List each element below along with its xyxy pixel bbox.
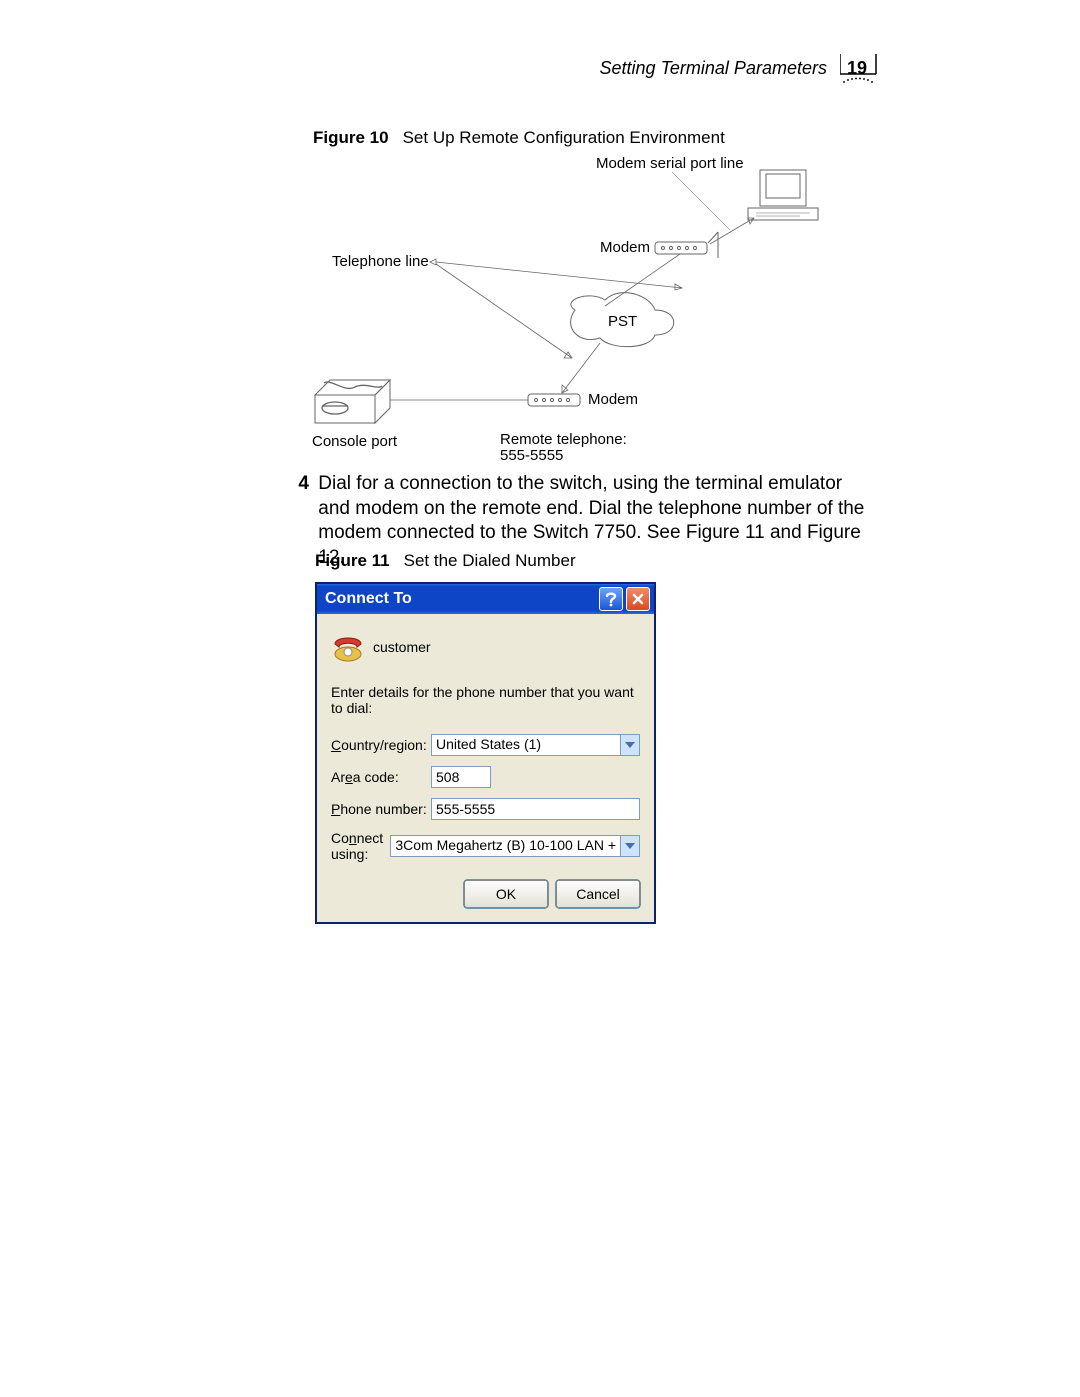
phone-number-row: Phone number: [331,798,640,820]
phone-number-label: Phone number: [331,801,431,817]
dropdown-arrow-icon [620,836,639,856]
dialog-titlebar[interactable]: Connect To [317,584,654,614]
connect-to-dialog: Connect To [315,582,656,924]
figure-11-title: Set the Dialed Number [404,551,576,570]
area-code-input[interactable] [431,766,491,788]
connection-name-row: customer [331,630,640,664]
label-remote-phone-1: Remote telephone: [500,431,627,448]
label-remote-phone-2: 555-5555 [500,447,563,464]
connection-name: customer [373,639,431,655]
label-modem-serial: Modem serial port line [596,155,744,172]
modem-bottom-icon [528,394,580,406]
document-page: Setting Terminal Parameters 19 Figure 10… [0,0,1080,1397]
phone-icon [331,630,365,664]
dialog-buttons: OK Cancel [331,880,640,908]
close-button[interactable] [626,587,650,611]
modem-top-icon [655,232,718,258]
figure-10-caption: Figure 10Set Up Remote Configuration Env… [313,128,725,148]
dialog-body: customer Enter details for the phone num… [317,614,654,922]
figure-10-title: Set Up Remote Configuration Environment [403,128,725,147]
label-console-port: Console port [312,433,398,450]
connect-using-label: Connect using: [331,830,390,862]
country-row: Country/region: United States (1) [331,734,640,756]
switch-icon [315,380,390,423]
figure-11-number: Figure 11 [315,551,404,570]
page-tab-decoration [840,54,880,94]
computer-icon [748,170,818,220]
country-select[interactable]: United States (1) [431,734,640,756]
area-code-row: Area code: [331,766,640,788]
step-number: 4 [283,472,313,497]
close-icon [632,593,644,605]
help-button[interactable] [599,587,623,611]
figure-11-caption: Figure 11Set the Dialed Number [315,551,576,571]
cancel-button[interactable]: Cancel [556,880,640,908]
area-code-label: Area code: [331,769,431,785]
help-icon [604,591,618,607]
connect-using-select[interactable]: 3Com Megahertz (B) 10-100 LAN + [390,835,640,857]
section-title: Setting Terminal Parameters [600,58,847,79]
dialog-title: Connect To [325,590,599,608]
figure-10-diagram: Modem serial port line Modem Telephone l… [300,150,860,470]
connect-using-row: Connect using: 3Com Megahertz (B) 10-100… [331,830,640,862]
label-modem-top: Modem [600,239,650,256]
country-value: United States (1) [432,735,620,755]
label-modem-bottom: Modem [588,391,638,408]
label-telephone-line: Telephone line [332,253,429,270]
country-label: Country/region: [331,737,431,753]
ok-button[interactable]: OK [464,880,548,908]
connect-using-value: 3Com Megahertz (B) 10-100 LAN + [391,836,620,856]
dialog-instruction: Enter details for the phone number that … [331,684,640,716]
figure-10-number: Figure 10 [313,128,403,147]
label-pst: PST [608,313,637,330]
dropdown-arrow-icon [620,735,639,755]
page-header: Setting Terminal Parameters 19 [600,58,875,79]
phone-number-input[interactable] [431,798,640,820]
